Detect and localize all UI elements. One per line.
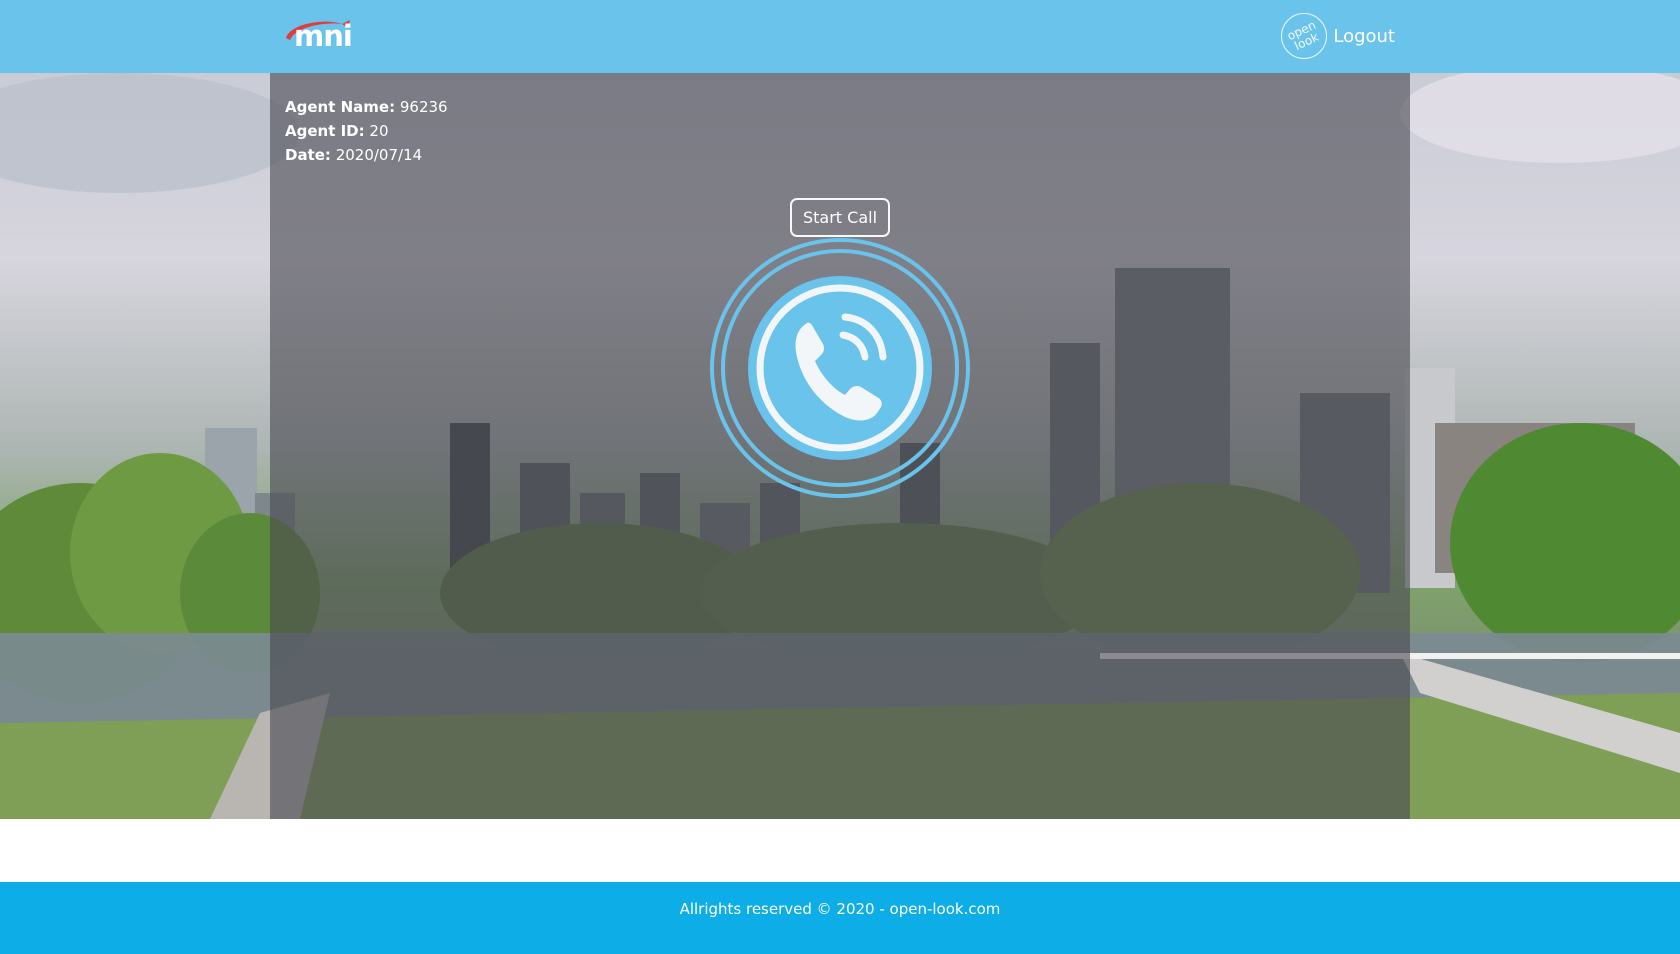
- agent-id-row: Agent ID: 20: [285, 119, 448, 143]
- logout-link[interactable]: Logout: [1333, 26, 1395, 47]
- hero-background: Agent Name: 96236 Agent ID: 20 Date: 202…: [0, 73, 1680, 819]
- agent-name-label: Agent Name:: [285, 98, 396, 116]
- footer: Allrights reserved © 2020 - open-look.co…: [0, 882, 1680, 954]
- avatar-text: open look: [1285, 17, 1322, 54]
- date-row: Date: 2020/07/14: [285, 143, 448, 167]
- agent-name-value: 96236: [399, 98, 448, 116]
- start-call-button[interactable]: Start Call: [790, 198, 890, 237]
- call-panel: Agent Name: 96236 Agent ID: 20 Date: 202…: [270, 73, 1410, 819]
- top-navbar: mni open look Logout: [0, 0, 1680, 73]
- agent-name-row: Agent Name: 96236: [285, 95, 448, 119]
- agent-id-label: Agent ID:: [285, 122, 365, 140]
- agent-info: Agent Name: 96236 Agent ID: 20 Date: 202…: [285, 95, 448, 167]
- phone-icon: [710, 238, 970, 498]
- user-area: open look Logout: [1281, 12, 1395, 60]
- footer-copyright: Allrights reserved © 2020 - open-look.co…: [679, 900, 1001, 918]
- date-label: Date:: [285, 146, 331, 164]
- mni-logo[interactable]: mni: [284, 18, 368, 54]
- date-value: 2020/07/14: [335, 146, 423, 164]
- agent-id-value: 20: [369, 122, 389, 140]
- avatar[interactable]: open look: [1281, 13, 1328, 59]
- logo-text: mni: [294, 19, 353, 53]
- phone-call-button[interactable]: [709, 237, 971, 499]
